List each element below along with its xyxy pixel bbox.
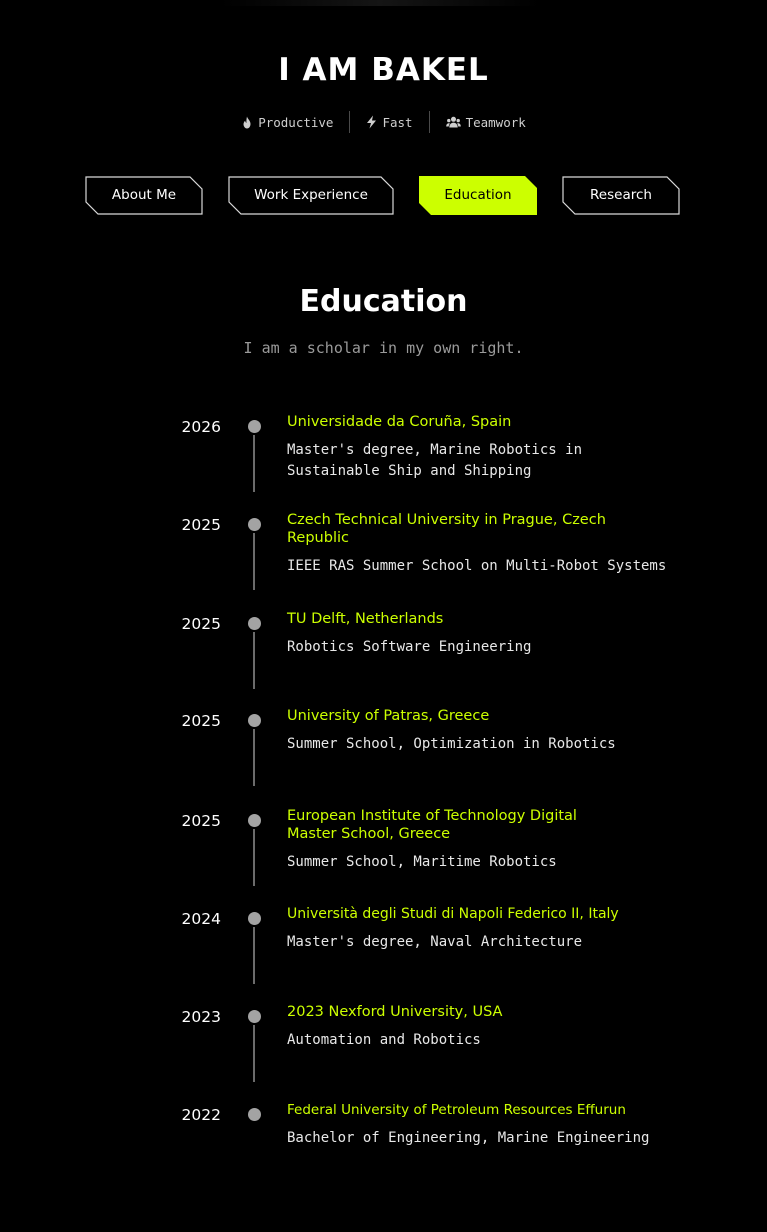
timeline-dot <box>248 518 261 531</box>
tab-label: Work Experience <box>254 187 368 203</box>
timeline-item: 2022 Federal University of Petroleum Res… <box>0 1101 767 1199</box>
timeline-year: 2025 <box>181 615 221 633</box>
timeline-institution: Federal University of Petroleum Resource… <box>287 1102 626 1118</box>
tab-about-me[interactable]: About Me <box>85 176 203 215</box>
tab-label: Research <box>590 187 652 203</box>
timeline-dot <box>248 1108 261 1121</box>
timeline-connector <box>253 435 255 492</box>
timeline-year: 2025 <box>181 712 221 730</box>
trait-teamwork: Teamwork <box>430 111 542 133</box>
timeline-description: Master's degree, Marine Robotics in Sust… <box>287 442 583 479</box>
trait-label: Fast <box>382 114 413 130</box>
section-title: Education <box>299 284 468 319</box>
timeline-item: 2024 Università degli Studi di Napoli Fe… <box>0 905 767 1003</box>
timeline-institution: University of Patras, Greece <box>287 708 490 724</box>
timeline-description: Robotics Software Engineering <box>287 639 532 655</box>
timeline-dot <box>248 617 261 630</box>
timeline-description: Automation and Robotics <box>287 1032 481 1048</box>
timeline-year: 2024 <box>181 910 221 928</box>
timeline-item: 2026 Universidade da Coruña, Spain Maste… <box>0 413 767 511</box>
timeline-item: 2023 2023 Nexford University, USA Automa… <box>0 1003 767 1101</box>
timeline-dot <box>248 912 261 925</box>
timeline-connector <box>253 533 255 590</box>
section-tabs: About Me Work Experience Education Resea… <box>0 176 767 216</box>
timeline-description: IEEE RAS Summer School on Multi-Robot Sy… <box>287 558 667 574</box>
bolt-icon <box>366 115 377 129</box>
users-icon <box>445 116 461 128</box>
timeline-description: Summer School, Optimization in Robotics <box>287 736 616 752</box>
tab-research[interactable]: Research <box>562 176 680 215</box>
timeline-institution: European Institute of Technology Digital… <box>287 808 577 842</box>
timeline-connector <box>253 1025 255 1082</box>
timeline-institution: 2023 Nexford University, USA <box>287 1004 503 1020</box>
timeline-connector <box>253 632 255 689</box>
timeline-dot <box>248 1010 261 1023</box>
timeline-institution: TU Delft, Netherlands <box>287 611 444 627</box>
timeline-item: 2025 European Institute of Technology Di… <box>0 807 767 905</box>
timeline-institution: Universidade da Coruña, Spain <box>287 414 512 430</box>
tab-education[interactable]: Education <box>419 176 537 215</box>
timeline-connector <box>253 729 255 786</box>
timeline-connector <box>253 829 255 886</box>
timeline-connector <box>253 927 255 984</box>
timeline-institution: Czech Technical University in Prague, Cz… <box>287 512 606 546</box>
trait-label: Productive <box>258 114 334 130</box>
timeline-year: 2025 <box>181 516 221 534</box>
timeline-year: 2022 <box>181 1106 221 1124</box>
tab-label: Education <box>444 187 512 203</box>
traits-bar: Productive Fast Teamwork <box>0 111 767 133</box>
timeline-dot <box>248 420 261 433</box>
trait-label: Teamwork <box>465 114 526 130</box>
timeline-item: 2025 Czech Technical University in Pragu… <box>0 511 767 609</box>
hero-title: I AM BAKEL <box>278 52 489 88</box>
timeline-year: 2026 <box>181 418 221 436</box>
timeline-dot <box>248 714 261 727</box>
timeline-year: 2023 <box>181 1008 221 1026</box>
timeline-description: Master's degree, Naval Architecture <box>287 934 583 950</box>
section-subtitle: I am a scholar in my own right. <box>243 339 524 357</box>
tab-label: About Me <box>111 187 177 203</box>
tab-work-experience[interactable]: Work Experience <box>228 176 394 215</box>
timeline-institution: Università degli Studi di Napoli Federic… <box>287 906 619 922</box>
timeline-description: Bachelor of Engineering, Marine Engineer… <box>287 1130 650 1146</box>
timeline-dot <box>248 814 261 827</box>
top-fade <box>220 0 540 6</box>
trait-fast: Fast <box>350 111 428 133</box>
timeline-year: 2025 <box>181 812 221 830</box>
trait-productive: Productive <box>225 111 349 133</box>
timeline-item: 2025 TU Delft, Netherlands Robotics Soft… <box>0 610 767 708</box>
flame-icon <box>241 116 253 129</box>
timeline-description: Summer School, Maritime Robotics <box>287 854 557 870</box>
timeline-item: 2025 University of Patras, Greece Summer… <box>0 707 767 805</box>
